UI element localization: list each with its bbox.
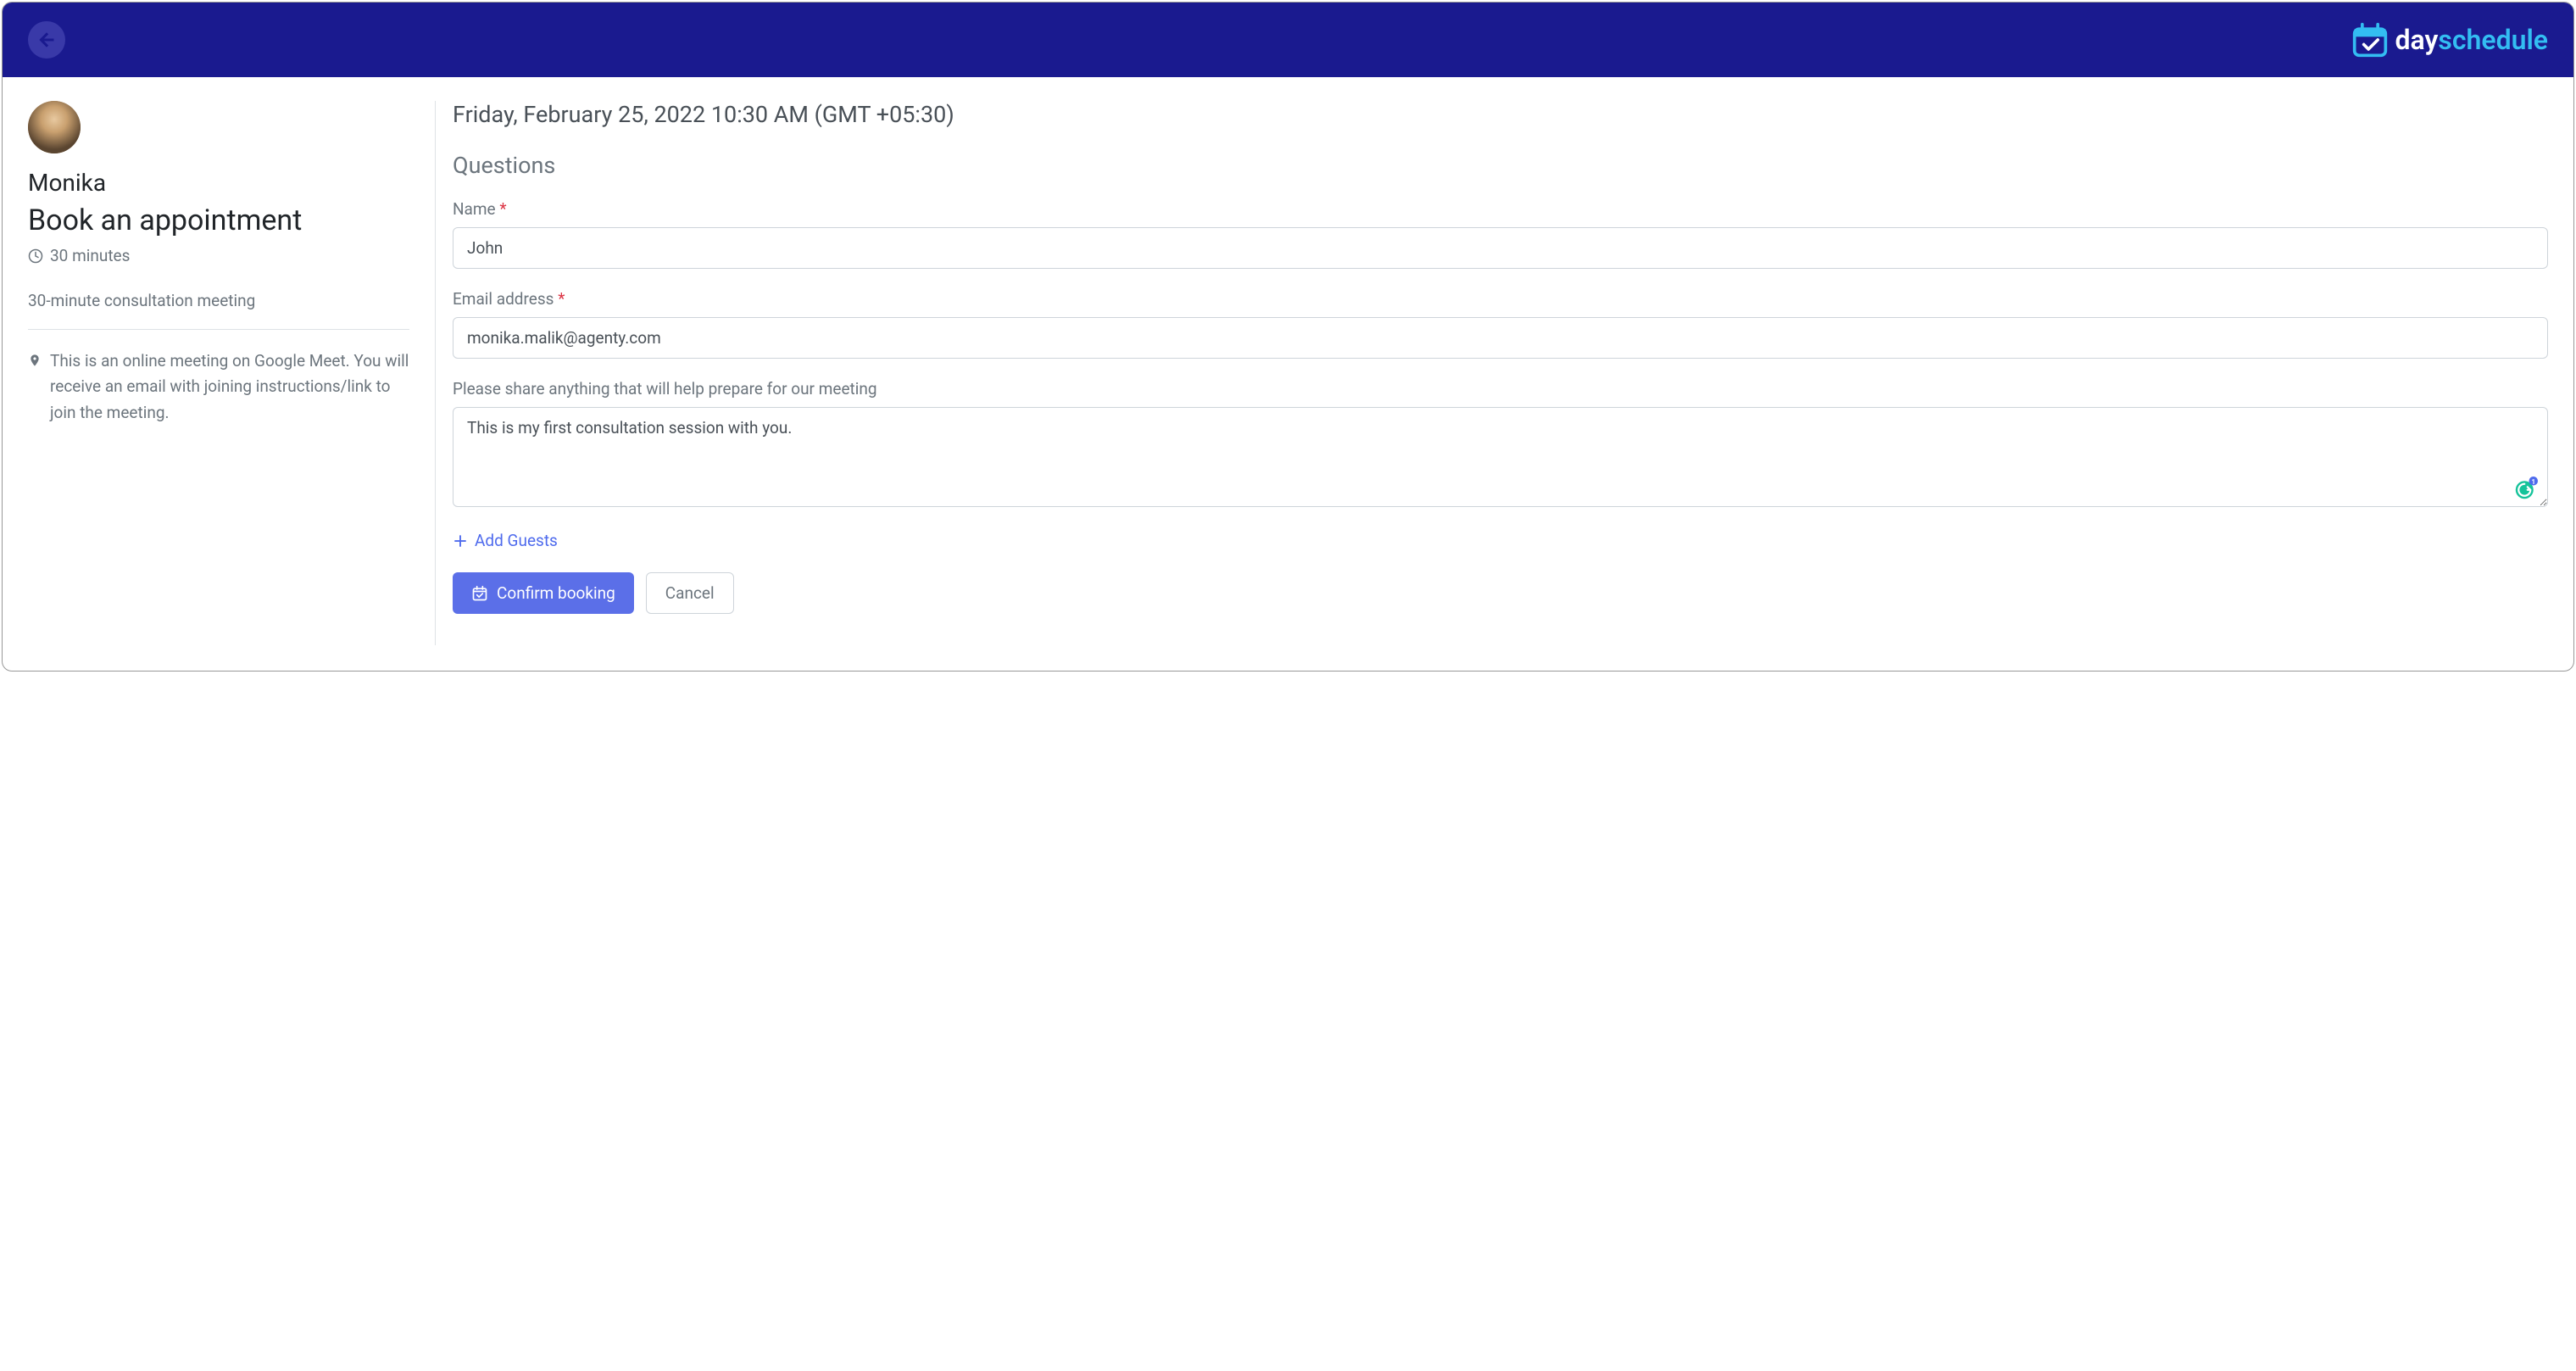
calendar-confirm-icon — [471, 585, 488, 602]
app-container: dayschedule Monika Book an appointment 3… — [2, 2, 2574, 672]
back-button[interactable] — [28, 21, 65, 59]
logo: dayschedule — [2351, 21, 2548, 59]
email-label: Email address * — [453, 289, 2548, 309]
avatar — [28, 101, 81, 153]
plus-icon — [453, 533, 468, 549]
page-title: Book an appointment — [28, 203, 409, 237]
grammarly-icon: 1 — [2514, 477, 2538, 500]
email-input[interactable] — [453, 317, 2548, 359]
notes-textarea[interactable] — [453, 407, 2548, 507]
cancel-button[interactable]: Cancel — [646, 572, 734, 614]
location-text: This is an online meeting on Google Meet… — [50, 348, 409, 426]
duration-text: 30 minutes — [50, 246, 130, 265]
name-label: Name * — [453, 199, 2548, 219]
name-input[interactable] — [453, 227, 2548, 269]
button-row: Confirm booking Cancel — [453, 572, 2548, 614]
datetime-heading: Friday, February 25, 2022 10:30 AM (GMT … — [453, 101, 2548, 128]
add-guests-label: Add Guests — [475, 531, 558, 550]
required-marker: * — [558, 289, 565, 309]
host-name: Monika — [28, 169, 409, 197]
email-group: Email address * — [453, 289, 2548, 359]
map-pin-icon — [28, 352, 42, 369]
confirm-label: Confirm booking — [497, 583, 615, 603]
consultation-description: 30-minute consultation meeting — [28, 291, 409, 310]
divider — [28, 329, 409, 330]
location-row: This is an online meeting on Google Meet… — [28, 348, 409, 426]
sidebar: Monika Book an appointment 30 minutes 30… — [28, 101, 435, 645]
name-group: Name * — [453, 199, 2548, 269]
required-marker: * — [499, 199, 506, 219]
textarea-wrapper: 1 — [453, 407, 2548, 510]
main: Friday, February 25, 2022 10:30 AM (GMT … — [436, 101, 2548, 645]
notes-group: Please share anything that will help pre… — [453, 379, 2548, 510]
calendar-check-icon — [2351, 21, 2389, 59]
notes-label: Please share anything that will help pre… — [453, 379, 2548, 398]
svg-text:1: 1 — [2531, 478, 2535, 486]
arrow-left-icon — [36, 30, 57, 50]
logo-text: dayschedule — [2395, 24, 2548, 56]
confirm-button[interactable]: Confirm booking — [453, 572, 634, 614]
content: Monika Book an appointment 30 minutes 30… — [3, 77, 2573, 671]
duration-row: 30 minutes — [28, 246, 409, 265]
questions-heading: Questions — [453, 152, 2548, 179]
cancel-label: Cancel — [665, 583, 715, 603]
clock-icon — [28, 248, 43, 264]
header: dayschedule — [3, 3, 2573, 77]
add-guests-button[interactable]: Add Guests — [453, 531, 558, 550]
